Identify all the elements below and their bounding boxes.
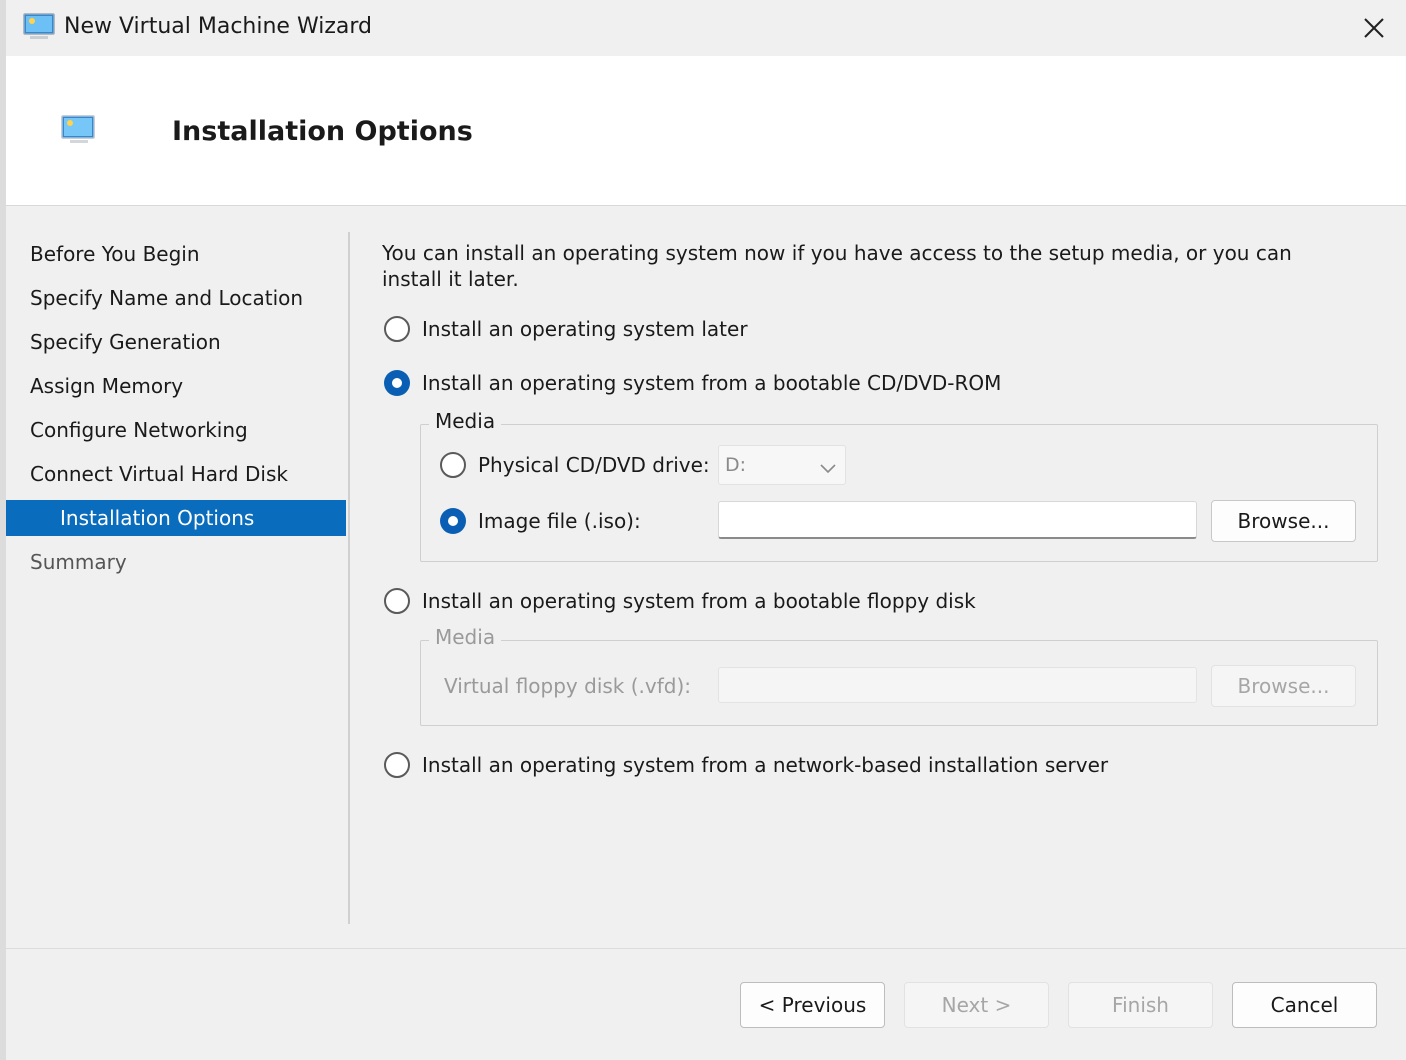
radio-install-later[interactable]: Install an operating system later (384, 316, 748, 342)
close-button[interactable] (1356, 10, 1392, 46)
radio-label: Install an operating system later (422, 317, 748, 341)
radio-button[interactable] (384, 316, 410, 342)
finish-button[interactable]: Finish (1068, 982, 1213, 1028)
cancel-button[interactable]: Cancel (1232, 982, 1377, 1028)
intro-text: You can install an operating system now … (382, 241, 1292, 291)
radio-physical-drive[interactable]: Physical CD/DVD drive: (440, 452, 710, 478)
radio-label: Install an operating system from a netwo… (422, 753, 1109, 777)
radio-button[interactable] (440, 452, 466, 478)
radio-label: Install an operating system from a boota… (422, 589, 976, 613)
title-bar: New Virtual Machine Wizard (6, 0, 1406, 56)
radio-button[interactable] (384, 588, 410, 614)
nav-divider (348, 232, 350, 924)
radio-install-floppy[interactable]: Install an operating system from a boota… (384, 588, 976, 614)
nav-item-before-you-begin[interactable]: Before You Begin (6, 232, 346, 276)
browse-iso-button[interactable]: Browse... (1211, 500, 1356, 542)
nav-item-summary[interactable]: Summary (6, 540, 346, 584)
page-title: Installation Options (172, 116, 473, 147)
virtual-machine-icon (22, 12, 56, 42)
nav-item-configure-networking[interactable]: Configure Networking (6, 408, 346, 452)
nav-item-installation-options[interactable]: Installation Options (6, 500, 346, 536)
browse-vfd-button[interactable]: Browse... (1211, 665, 1356, 707)
radio-install-network[interactable]: Install an operating system from a netwo… (384, 752, 1108, 778)
iso-path-input[interactable] (718, 501, 1197, 539)
radio-button[interactable] (384, 752, 410, 778)
window-title: New Virtual Machine Wizard (64, 14, 372, 39)
close-icon (1364, 18, 1384, 38)
select-value: D: (725, 454, 747, 476)
radio-image-file[interactable]: Image file (.iso): (440, 508, 641, 534)
radio-label: Install an operating system from a boota… (422, 371, 1002, 395)
drive-select[interactable]: D: (718, 445, 846, 485)
radio-button[interactable] (440, 508, 466, 534)
content-area: You can install an operating system now … (382, 240, 1382, 292)
chevron-down-icon (819, 458, 837, 480)
wizard-window: New Virtual Machine Wizard Installation … (0, 0, 1406, 1060)
nav-item-assign-memory[interactable]: Assign Memory (6, 364, 346, 408)
radio-install-cd[interactable]: Install an operating system from a boota… (384, 370, 1001, 396)
nav-item-specify-generation[interactable]: Specify Generation (6, 320, 346, 364)
nav-item-connect-vhd[interactable]: Connect Virtual Hard Disk (6, 452, 346, 496)
group-legend: Media (429, 409, 502, 433)
group-legend: Media (429, 625, 502, 649)
nav-item-specify-name-location[interactable]: Specify Name and Location (6, 276, 346, 320)
page-header: Installation Options (6, 56, 1406, 206)
radio-label: Image file (.iso): (478, 509, 641, 533)
virtual-machine-icon (60, 112, 100, 148)
previous-button[interactable]: < Previous (740, 982, 885, 1028)
next-button[interactable]: Next > (904, 982, 1049, 1028)
radio-button[interactable] (384, 370, 410, 396)
footer-divider (6, 948, 1406, 949)
vfd-path-input[interactable] (718, 667, 1197, 703)
radio-label: Physical CD/DVD drive: (478, 453, 710, 477)
vfd-label: Virtual floppy disk (.vfd): (444, 674, 692, 698)
wizard-steps-nav: Before You Begin Specify Name and Locati… (6, 232, 346, 584)
